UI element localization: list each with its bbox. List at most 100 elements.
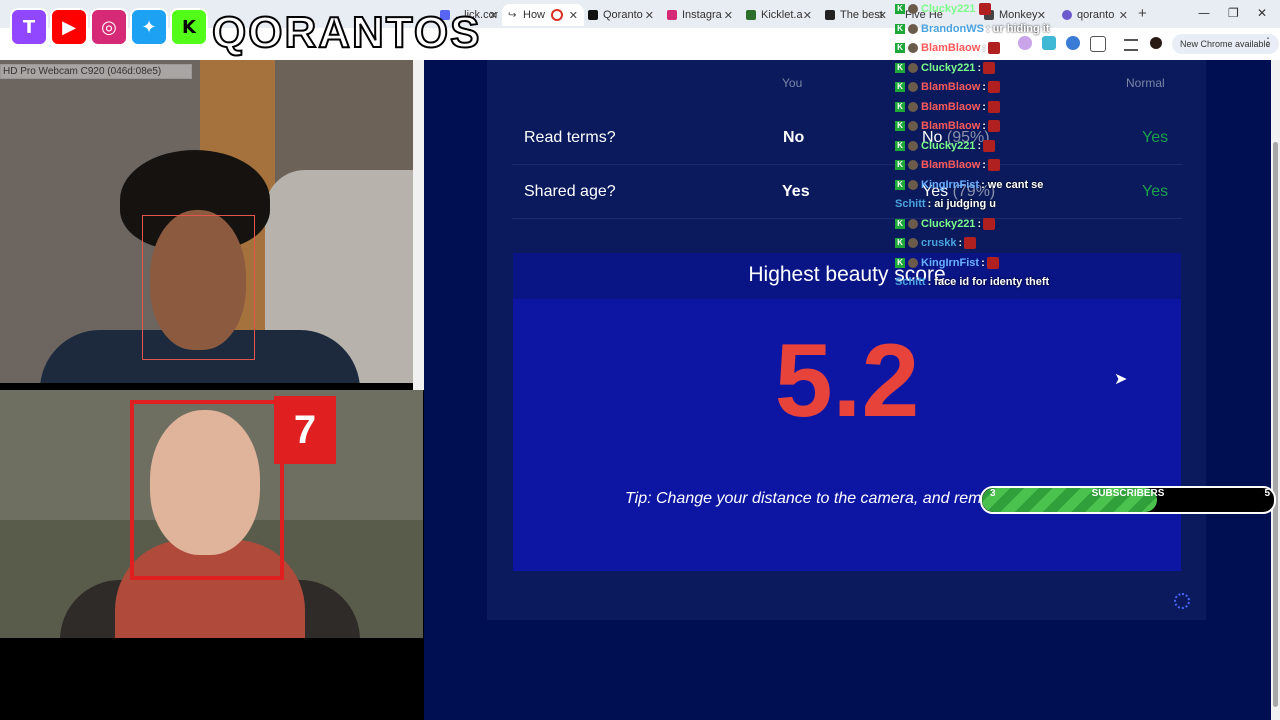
- chat-badge-icon: [908, 101, 918, 112]
- close-window-icon[interactable]: ✕: [1257, 6, 1267, 20]
- chat-username: Clucky221: [921, 61, 976, 74]
- tab-close-icon[interactable]: ✕: [489, 9, 498, 22]
- tab-close-icon[interactable]: ✕: [803, 9, 812, 22]
- chat-message: K BlamBlaow:: [895, 156, 1000, 174]
- twitter-icon: ✦: [130, 8, 168, 46]
- scrollbar-thumb[interactable]: [1273, 142, 1278, 707]
- tab-4[interactable]: Kicklet.a ✕: [746, 4, 812, 26]
- kick-badge-icon: K: [895, 4, 905, 14]
- emote-icon: [983, 61, 996, 74]
- chat-badge-icon: [908, 4, 918, 14]
- chat-text: :: [982, 100, 986, 113]
- tab-label: Kicklet.a: [761, 9, 803, 21]
- chat-message: Kcruskk:: [895, 234, 977, 252]
- emote-icon: [983, 217, 996, 230]
- tab-close-icon[interactable]: ✕: [569, 9, 578, 22]
- chat-message: K Clucky221:: [895, 137, 996, 155]
- chat-text: : ai judging u: [927, 198, 996, 210]
- row-label-read-terms: Read terms?: [524, 129, 616, 146]
- row-value-you: Yes: [782, 183, 810, 200]
- chat-text: :: [977, 217, 982, 230]
- black-band: [0, 638, 423, 720]
- chat-username: Clucky221: [921, 3, 976, 15]
- kick-badge-icon: K: [895, 179, 905, 190]
- row-label-shared-age: Shared age?: [524, 183, 616, 200]
- webcam-scrollbar[interactable]: [413, 60, 424, 390]
- reference-photo: 7: [0, 390, 423, 638]
- kick-badge-icon: K: [895, 101, 905, 112]
- mouse-cursor-icon: ➤: [1114, 369, 1128, 388]
- tab-favicon-icon: [667, 10, 677, 20]
- chat-text: :: [958, 237, 963, 249]
- restore-icon[interactable]: ❐: [1228, 6, 1239, 20]
- tab-label: Qoranto: [603, 9, 643, 21]
- kick-badge-icon: K: [895, 238, 905, 248]
- kick-badge-icon: K: [895, 23, 905, 34]
- chat-badge-icon: [908, 121, 918, 131]
- chat-text: :: [982, 159, 986, 171]
- emote-icon: [986, 256, 999, 269]
- chat-text: : face id for identy theft: [927, 276, 1050, 288]
- tab-close-icon[interactable]: ✕: [878, 9, 887, 22]
- chat-badge-icon: [908, 257, 918, 268]
- kick-badge-icon: K: [895, 62, 905, 73]
- chat-message: K BlamBlaow:: [895, 39, 1000, 57]
- emote-icon: [987, 42, 1000, 54]
- twitch-icon: T: [10, 8, 48, 46]
- subscribers-label: SUBSCRIBERS: [1091, 488, 1165, 499]
- social-links: T ▶ ◎ ✦ K: [10, 8, 208, 46]
- webcam-device-select[interactable]: HD Pro Webcam C920 (046d:08e5): [0, 64, 192, 79]
- chat-text: :: [981, 256, 985, 269]
- chat-username: BlamBlaow: [921, 81, 981, 93]
- chat-message: K BlamBlaow:: [895, 117, 1000, 135]
- chat-text: :: [982, 81, 986, 93]
- chat-username: Schitt: [895, 198, 926, 210]
- chat-message: K KingIrnFist:: [895, 254, 999, 272]
- kick-badge-icon: K: [895, 218, 905, 229]
- loading-spinner-icon: [1174, 593, 1190, 609]
- tab-label: Instagra: [682, 9, 722, 21]
- tab-close-icon[interactable]: ✕: [645, 9, 654, 22]
- tab-label: The best: [840, 9, 883, 21]
- emote-icon: [964, 237, 977, 249]
- chat-username: cruskk: [921, 237, 957, 249]
- row-value-you: No: [783, 129, 805, 146]
- face-detection-box: [142, 215, 255, 360]
- photo-score-badge: 7: [274, 396, 336, 464]
- tab-3[interactable]: Instagra ✕: [667, 4, 733, 26]
- tab-1[interactable]: ↪ How ✕: [502, 4, 584, 26]
- emote-icon: [987, 120, 1000, 132]
- tab-2[interactable]: Qoranto ✕: [588, 4, 654, 26]
- chat-badge-icon: [908, 160, 918, 170]
- chat-username: BlamBlaow: [921, 159, 981, 171]
- youtube-icon: ▶: [50, 8, 88, 46]
- chat-badge-icon: [908, 238, 918, 248]
- chat-badge-icon: [908, 43, 918, 53]
- tab-close-icon[interactable]: ✕: [724, 9, 733, 22]
- subscribers-goal: 5: [1264, 488, 1270, 499]
- chat-text: :: [977, 139, 982, 152]
- tab-5[interactable]: The best ✕: [825, 4, 887, 26]
- chat-username: BlamBlaow: [921, 120, 981, 132]
- chat-message: K Clucky221:: [895, 215, 996, 233]
- chat-badge-icon: [908, 62, 918, 73]
- chat-badge-icon: [908, 140, 918, 151]
- tab-label: How: [523, 9, 546, 21]
- chat-username: Clucky221: [921, 217, 976, 230]
- menu-icon[interactable]: ⋮: [1262, 35, 1274, 49]
- chat-message: K BrandonWS: ur hiding it: [895, 20, 1050, 38]
- emote-icon: [987, 81, 1000, 93]
- kick-badge-icon: K: [895, 43, 905, 53]
- chat-text: : we cant se: [981, 178, 1044, 191]
- chat-badge-icon: [908, 179, 918, 190]
- tab-favicon-icon: [746, 10, 756, 20]
- chat-message: Schitt: face id for identy theft: [895, 273, 1049, 291]
- chat-badge-icon: [908, 218, 918, 229]
- kick-badge-icon: K: [895, 140, 905, 151]
- kick-badge-icon: K: [895, 82, 905, 92]
- chat-message: K BlamBlaow:: [895, 98, 1000, 116]
- emote-icon: [979, 3, 992, 15]
- tip-text: Tip: Change your distance to the camera,…: [625, 490, 982, 507]
- chat-badge-icon: [908, 82, 918, 92]
- chat-text: :: [977, 61, 982, 74]
